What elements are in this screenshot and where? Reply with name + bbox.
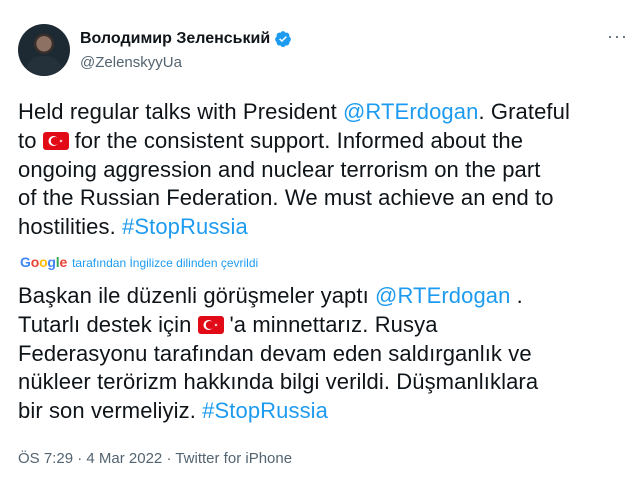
text-segment: Held regular talks with President <box>18 99 343 124</box>
google-logo: Google <box>20 254 67 270</box>
tweet-text-original: Held regular talks with President @RTErd… <box>18 98 628 242</box>
text-segment: bir son vermeliyiz. <box>18 398 203 424</box>
text-line: ongoing aggression and nuclear terrorism… <box>18 156 541 182</box>
logo-letter: G <box>20 254 31 270</box>
text-segment: 'a minnettarız. Rusya <box>229 311 438 337</box>
text-segment: for the consistent support. Informed abo… <box>74 127 524 153</box>
tweet-source[interactable]: Twitter for iPhone <box>175 450 292 467</box>
logo-letter: g <box>47 254 56 270</box>
text-line: hostilities. #StopRussia <box>18 213 628 242</box>
text-segment: Tutarlı destek için <box>18 311 192 337</box>
avatar[interactable] <box>18 24 70 76</box>
handle[interactable]: @ZelenskyyUa <box>80 54 182 71</box>
more-options-icon[interactable]: ··· <box>607 26 628 47</box>
text-segment: Başkan ile düzenli görüşmeler yaptı <box>18 283 376 308</box>
tweet-meta: ÖS 7:29 · 4 Mar 2022 · Twitter for iPhon… <box>18 450 292 467</box>
mention-link[interactable]: @RTErdogan <box>343 99 478 124</box>
turkey-flag-icon <box>197 315 224 334</box>
tweet: Володимир Зеленський @ZelenskyyUa ··· He… <box>0 0 640 489</box>
text-line: bir son vermeliyiz. #StopRussia <box>18 397 628 426</box>
separator: · <box>73 450 87 467</box>
translation-text[interactable]: tarafından İngilizce dilinden çevrildi <box>72 256 258 270</box>
text-line: Başkan ile düzenli görüşmeler yaptı @RTE… <box>18 282 628 311</box>
text-line: of the Russian Federation. We must achie… <box>18 185 554 211</box>
text-line: Tutarlı destek için 'a minnettarız. Rusya <box>18 311 628 340</box>
text-segment: hostilities. <box>18 214 123 240</box>
tweet-time[interactable]: ÖS 7:29 <box>18 450 73 467</box>
text-segment: to <box>18 127 37 153</box>
mention-link[interactable]: @RTErdogan <box>375 283 510 308</box>
hashtag-link[interactable]: #StopRussia <box>202 398 328 423</box>
turkey-flag-icon <box>42 131 69 150</box>
name-row: Володимир Зеленський <box>80 30 292 48</box>
tweet-text-translated: Başkan ile düzenli görüşmeler yaptı @RTE… <box>18 282 628 426</box>
text-line: nükleer terörizm hakkında bilgi verildi.… <box>18 369 539 395</box>
text-segment: . <box>510 283 523 308</box>
hashtag-link[interactable]: #StopRussia <box>122 214 248 239</box>
text-line: to for the consistent support. Informed a… <box>18 127 628 156</box>
logo-letter: o <box>30 254 40 270</box>
display-name[interactable]: Володимир Зеленський <box>80 30 270 48</box>
logo-letter: e <box>59 254 68 270</box>
separator: · <box>162 450 176 467</box>
translation-attribution[interactable]: Google tarafından İngilizce dilinden çev… <box>20 254 258 270</box>
text-line: Federasyonu tarafından devam eden saldır… <box>18 340 532 366</box>
tweet-date[interactable]: 4 Mar 2022 <box>86 450 162 467</box>
tweet-header: Володимир Зеленський @ZelenskyyUa ··· <box>18 24 628 80</box>
text-line: Held regular talks with President @RTErd… <box>18 98 628 127</box>
text-segment: . Grateful <box>478 99 570 124</box>
verified-badge-icon <box>274 30 292 48</box>
